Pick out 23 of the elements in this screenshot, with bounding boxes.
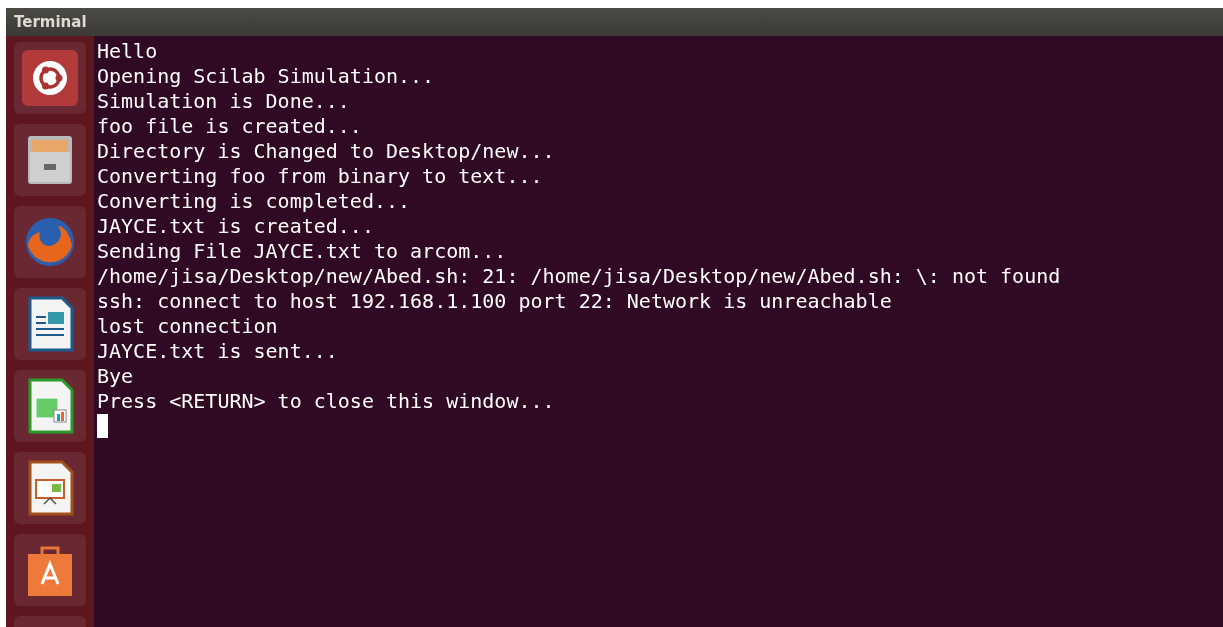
output-line: JAYCE.txt is created...	[97, 214, 375, 239]
presentation-icon[interactable]	[14, 452, 86, 524]
output-line: Converting foo from binary to text...	[97, 164, 544, 189]
output-line: Sending File JAYCE.txt to arcom...	[97, 239, 508, 264]
window-title: Terminal	[14, 13, 87, 31]
output-line: Hello	[97, 39, 159, 64]
output-line: Converting is completed...	[97, 189, 412, 214]
output-line: ssh: connect to host 192.168.1.100 port 22: Network is unreachable	[97, 289, 893, 314]
file-cabinet-icon[interactable]	[14, 124, 86, 196]
output-line: /home/jisa/Desktop/new/Abed.sh: 21: /home/jisa/Desktop/new/Abed.sh: \: not found	[97, 264, 1062, 289]
output-line: Bye	[97, 364, 135, 389]
output-line: JAYCE.txt is sent...	[97, 339, 339, 364]
shopping-bag-icon[interactable]	[14, 534, 86, 606]
output-line: foo file is created...	[97, 114, 363, 139]
spreadsheet-icon[interactable]	[14, 370, 86, 442]
output-line: lost connection	[97, 314, 279, 339]
document-icon[interactable]	[14, 288, 86, 360]
output-line: Directory is Changed to Desktop/new...	[97, 139, 556, 164]
output-line: Simulation is Done...	[97, 89, 351, 114]
ubuntu-logo-icon[interactable]	[14, 42, 86, 114]
output-line: Opening Scilab Simulation...	[97, 64, 436, 89]
text-cursor	[97, 414, 108, 438]
output-line: Press <RETURN> to close this window...	[97, 389, 556, 414]
